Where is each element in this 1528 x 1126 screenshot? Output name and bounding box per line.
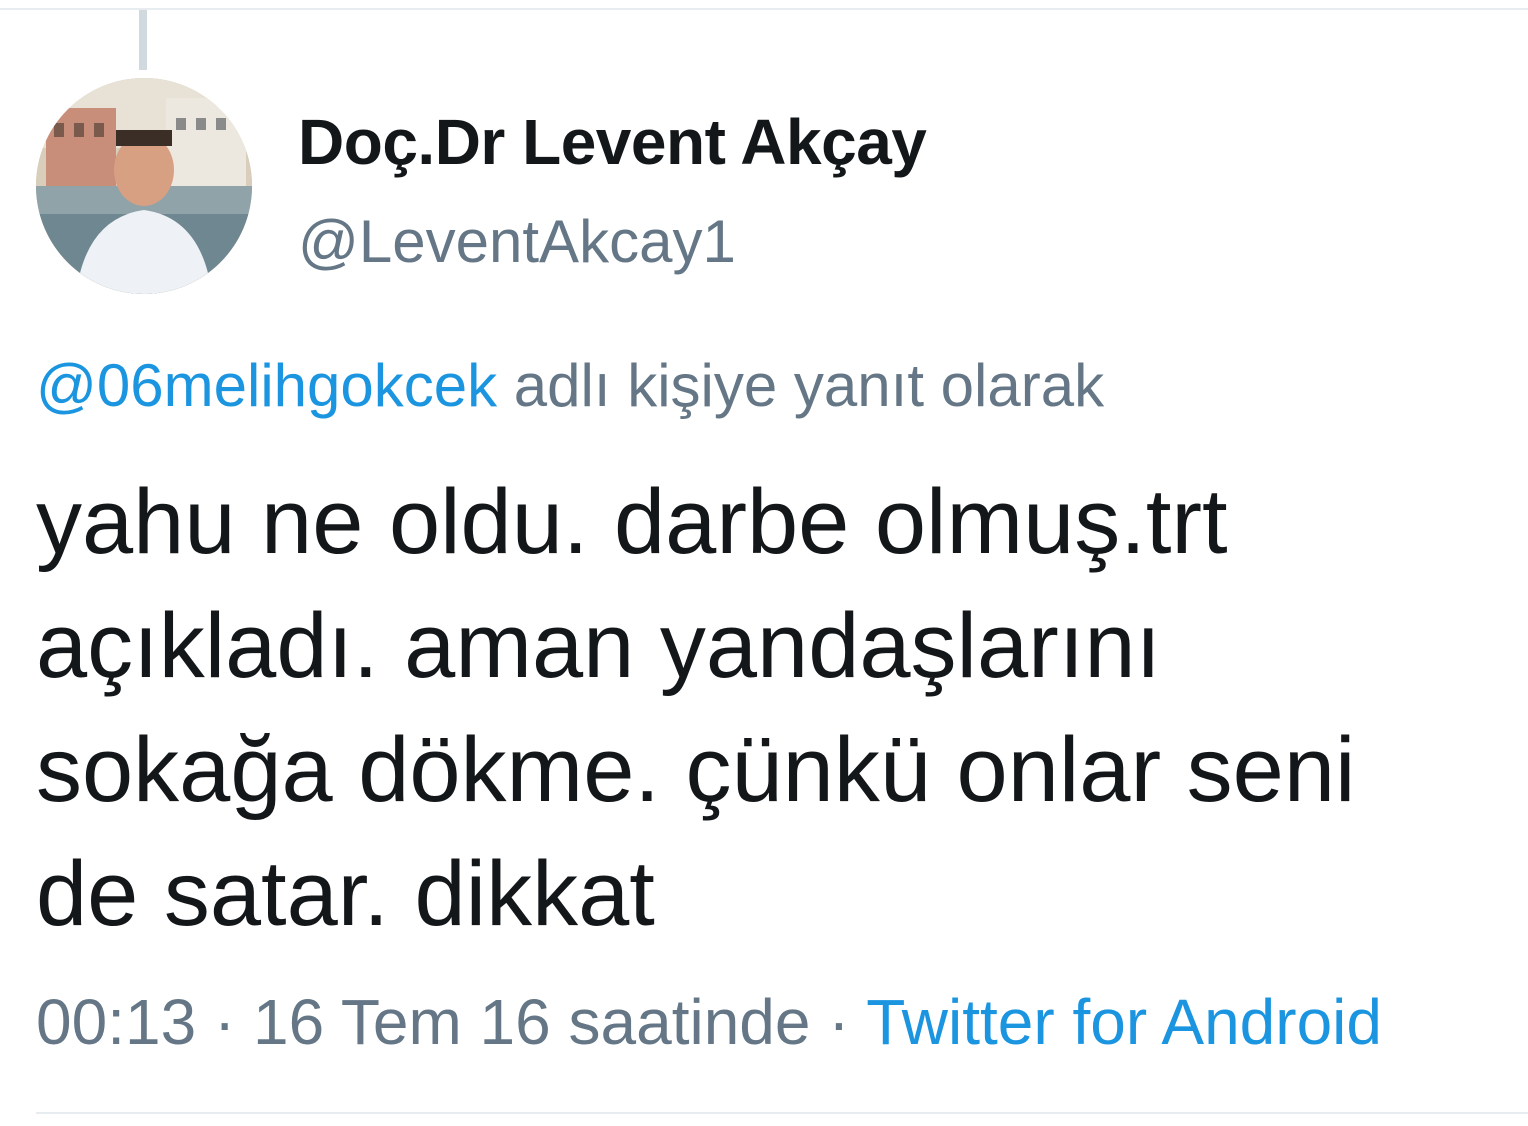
reply-context-text: adlı kişiye yanıt olarak (497, 352, 1105, 419)
tweet-text-line: sokağa dökme. çünkü onlar seni (36, 719, 1356, 821)
bottom-divider (36, 1112, 1528, 1114)
tweet-source-link[interactable]: Twitter for Android (866, 986, 1382, 1058)
avatar[interactable] (36, 78, 252, 294)
author-handle[interactable]: @LeventAkcay1 (298, 206, 736, 278)
tweet-text: yahu ne oldu. darbe olmuş.trt açıkladı. … (36, 460, 1506, 956)
tweet-metadata: 00:13 · 16 Tem 16 saatinde · Twitter for… (36, 982, 1382, 1062)
tweet-text-line: de satar. dikkat (36, 843, 655, 945)
top-divider (0, 8, 1528, 10)
meta-separator: · (810, 986, 867, 1058)
tweet-time[interactable]: 00:13 (36, 986, 196, 1058)
tweet-text-line: açıkladı. aman yandaşlarını (36, 595, 1162, 697)
reply-mention-link[interactable]: @06melihgokcek (36, 352, 497, 419)
tweet-date[interactable]: 16 Tem 16 saatinde (253, 986, 810, 1058)
profile-photo-icon (36, 78, 252, 294)
author-display-name[interactable]: Doç.Dr Levent Akçay (298, 104, 927, 180)
reply-context: @06melihgokcek adlı kişiye yanıt olarak (36, 348, 1104, 424)
meta-separator: · (196, 986, 254, 1058)
thread-connector-line (139, 10, 147, 70)
tweet-text-line: yahu ne oldu. darbe olmuş.trt (36, 471, 1228, 573)
